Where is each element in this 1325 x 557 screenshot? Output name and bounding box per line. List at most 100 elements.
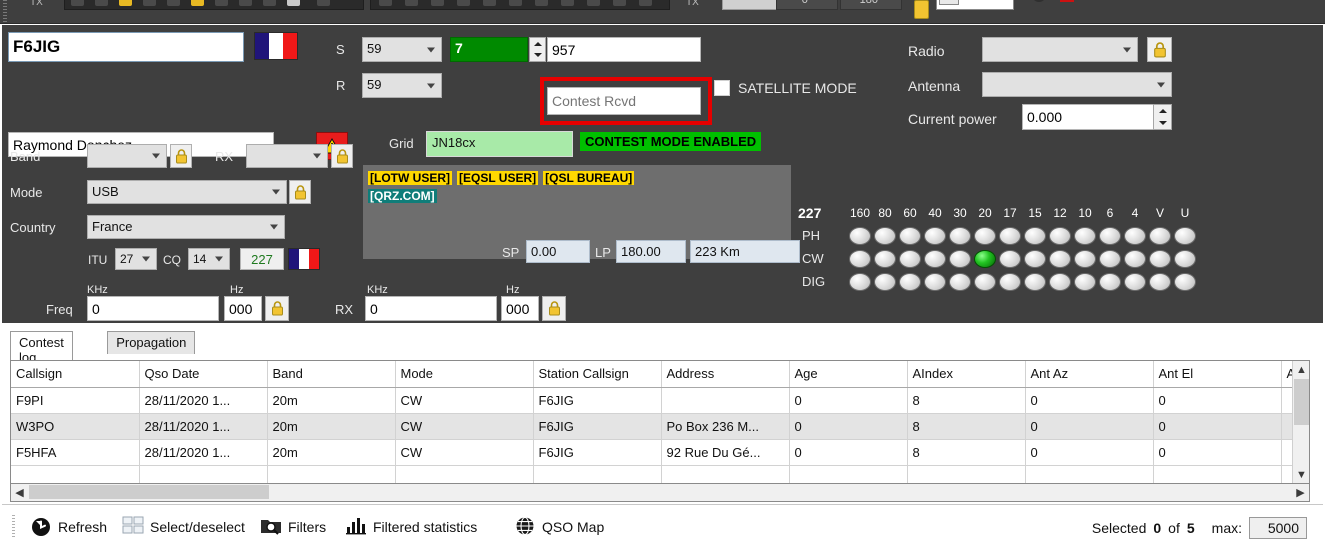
filtered-statistics-button[interactable]: Filtered statistics <box>345 516 477 538</box>
toolbar-icon-9[interactable] <box>317 0 330 6</box>
toolbar-degree-left[interactable]: 0° <box>776 0 838 10</box>
table-cell[interactable]: 8 <box>907 387 1026 414</box>
rx-freq-lock-icon[interactable] <box>542 296 566 321</box>
column-header[interactable]: Ant Az <box>1025 361 1154 388</box>
toolbar-icon-1[interactable] <box>71 0 84 6</box>
toolbar-icon-lock-2[interactable] <box>191 0 204 6</box>
toolbar-degree-right[interactable]: 180° <box>840 0 902 10</box>
toolbar-icon-2[interactable] <box>95 0 108 6</box>
table-cell[interactable]: 20m <box>267 439 396 466</box>
qso-map-button[interactable]: QSO Map <box>514 516 604 538</box>
band-mode-led[interactable] <box>1074 273 1096 291</box>
band-mode-led[interactable] <box>1024 273 1046 291</box>
table-cell[interactable] <box>139 465 268 483</box>
contest-serial-stepper[interactable] <box>529 37 546 62</box>
grid-input[interactable]: JN18cx <box>426 131 573 157</box>
table-cell[interactable]: 0 <box>789 439 908 466</box>
table-row[interactable]: W3PO 28/11/2020 1... 20m CW F6JIG Po Box 236 … <box>11 413 1309 440</box>
radio-lock-icon[interactable] <box>1147 37 1172 62</box>
mode-lock-icon[interactable] <box>289 180 311 204</box>
toolbar-icon-4[interactable] <box>167 0 180 6</box>
band-mode-led[interactable] <box>874 227 896 245</box>
column-header[interactable]: Callsign <box>11 361 140 388</box>
current-power-input[interactable] <box>1022 104 1154 130</box>
stepper-down-icon[interactable] <box>530 50 545 62</box>
table-cell[interactable]: 28/11/2020 1... <box>139 439 268 466</box>
toolbar-icon-19[interactable] <box>613 0 626 6</box>
table-cell[interactable]: 28/11/2020 1... <box>139 387 268 414</box>
toolbar-icon-lock-1[interactable] <box>119 0 132 6</box>
band-mode-led[interactable] <box>899 273 921 291</box>
antenna-combo[interactable] <box>982 72 1172 97</box>
band-mode-led[interactable] <box>974 227 996 245</box>
band-mode-led[interactable] <box>1149 250 1171 268</box>
column-header[interactable]: AIndex <box>907 361 1026 388</box>
vertical-scroll-thumb[interactable] <box>1294 379 1309 425</box>
table-cell[interactable]: 20m <box>267 413 396 440</box>
table-cell[interactable]: 0 <box>1153 387 1282 414</box>
band-mode-led[interactable] <box>974 273 996 291</box>
freq-hz-input[interactable] <box>224 296 262 321</box>
band-mode-led[interactable] <box>924 273 946 291</box>
rst-sent-combo[interactable]: 59 <box>362 37 442 62</box>
band-mode-led[interactable] <box>1049 273 1071 291</box>
band-mode-led[interactable] <box>849 273 871 291</box>
table-cell[interactable] <box>661 465 790 483</box>
column-header[interactable]: Mode <box>395 361 534 388</box>
contest-rcvd-input[interactable] <box>547 87 701 115</box>
table-cell[interactable]: CW <box>395 439 534 466</box>
table-cell[interactable] <box>907 465 1026 483</box>
band-mode-led[interactable] <box>949 250 971 268</box>
mode-combo[interactable]: USB <box>87 180 287 204</box>
band-mode-led[interactable] <box>1174 227 1196 245</box>
column-header[interactable]: Address <box>661 361 790 388</box>
stepper-up-icon[interactable] <box>1154 105 1171 117</box>
table-cell[interactable]: 92 Rue Du Gé... <box>661 439 790 466</box>
table-cell[interactable] <box>395 465 534 483</box>
refresh-button[interactable]: Refresh <box>30 516 107 538</box>
tab-propagation[interactable]: Propagation <box>107 331 196 354</box>
scroll-up-icon[interactable]: ▲ <box>1293 361 1309 378</box>
toolbar-icon-20[interactable] <box>639 0 652 6</box>
toolbar-icon-11[interactable] <box>405 0 418 6</box>
toolbar-icon-15[interactable] <box>509 0 522 6</box>
callsign-input[interactable] <box>8 32 244 62</box>
band-mode-led[interactable] <box>849 250 871 268</box>
band-mode-led[interactable] <box>1049 250 1071 268</box>
horizontal-scroll-thumb[interactable] <box>29 485 269 499</box>
toolbar-icon-7[interactable] <box>263 0 276 6</box>
itu-combo[interactable]: 27 <box>115 248 157 270</box>
toolbar-delete-icon[interactable] <box>1060 0 1074 2</box>
toolbar-grip[interactable] <box>3 0 7 22</box>
current-power-stepper[interactable] <box>1153 104 1172 130</box>
column-header[interactable]: Qso Date <box>139 361 268 388</box>
rx-khz-input[interactable] <box>365 296 497 321</box>
column-header[interactable]: Ant El <box>1153 361 1282 388</box>
table-cell[interactable]: 0 <box>1025 387 1154 414</box>
stepper-up-icon[interactable] <box>530 38 545 50</box>
table-cell[interactable] <box>661 387 790 414</box>
table-cell[interactable]: 28/11/2020 1... <box>139 413 268 440</box>
band-mode-led[interactable] <box>1099 250 1121 268</box>
table-row[interactable] <box>11 465 1309 483</box>
toolbar-icon-13[interactable] <box>457 0 470 6</box>
table-vertical-scrollbar[interactable]: ▲ ▼ <box>1292 361 1309 483</box>
scroll-right-icon[interactable]: ▶ <box>1292 484 1309 500</box>
toolbar-icon-12[interactable] <box>431 0 444 6</box>
band-lock-icon[interactable] <box>170 144 192 168</box>
band-mode-led[interactable] <box>999 227 1021 245</box>
table-cell[interactable]: 8 <box>907 439 1026 466</box>
table-cell[interactable]: F6JIG <box>533 439 662 466</box>
band-mode-led[interactable] <box>1099 227 1121 245</box>
band-mode-led[interactable] <box>949 273 971 291</box>
band-mode-led[interactable] <box>1074 250 1096 268</box>
cq-combo[interactable]: 14 <box>188 248 230 270</box>
rst-rcvd-combo[interactable]: 59 <box>362 73 442 98</box>
table-row[interactable]: F5HFA 28/11/2020 1... 20m CW F6JIG 92 Rue Du … <box>11 439 1309 466</box>
stepper-down-icon[interactable] <box>1154 117 1171 129</box>
table-cell[interactable]: Po Box 236 M... <box>661 413 790 440</box>
select-deselect-button[interactable]: Select/deselect <box>122 516 245 538</box>
band-mode-led[interactable] <box>1124 227 1146 245</box>
toolbar-icon-6[interactable] <box>239 0 252 6</box>
toolbar-globe-icon[interactable] <box>1032 0 1046 2</box>
